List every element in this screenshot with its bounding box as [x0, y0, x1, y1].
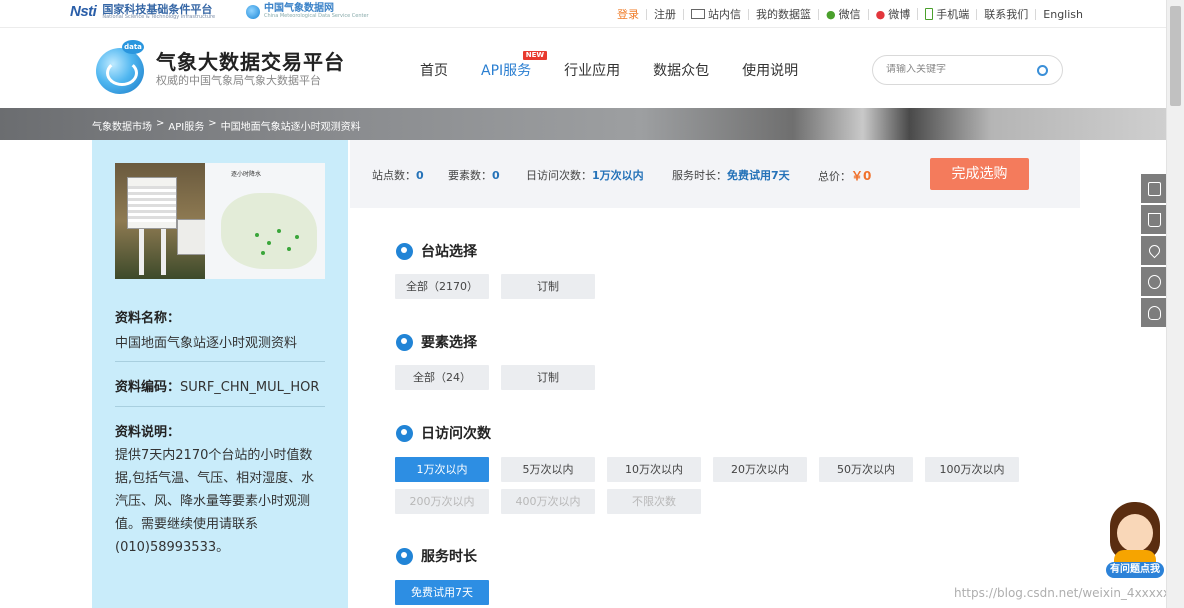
login-link[interactable]: 登录 — [610, 9, 646, 20]
weather-shelter-image — [127, 177, 177, 229]
breadcrumb-api[interactable]: API服务 — [168, 118, 204, 133]
element-all-option[interactable]: 全部（24） — [395, 365, 489, 390]
breadcrumb-separator: > — [208, 118, 217, 129]
banner: 气象数据市场 > API服务 > 中国地面气象站逐小时观测资料 — [0, 108, 1166, 140]
visits-option-4m: 400万次以内 — [501, 489, 595, 514]
user-icon[interactable] — [1141, 267, 1166, 296]
messages-link[interactable]: 站内信 — [683, 8, 748, 20]
cma-name-en: China Meteorological Data Service Center — [264, 13, 369, 19]
data-basket-link[interactable]: 我的数据篮 — [748, 8, 818, 20]
new-badge: NEW — [522, 51, 548, 60]
register-link[interactable]: 注册 — [646, 8, 683, 20]
nav-instructions[interactable]: 使用说明 — [742, 60, 798, 80]
visits-option-unlimited: 不限次数 — [607, 489, 701, 514]
total-price: 总价：￥0 — [818, 169, 872, 183]
breadcrumb: 气象数据市场 > API服务 > 中国地面气象站逐小时观测资料 — [92, 118, 365, 133]
duration-section-title: 服务时长 — [396, 546, 477, 566]
top-bar: Nsti 国家科技基础条件平台 National Science & Techn… — [0, 0, 1166, 28]
visits-option-50k[interactable]: 5万次以内 — [501, 457, 595, 482]
mobile-link[interactable]: 手机端 — [917, 8, 976, 20]
site-logo[interactable]: data — [96, 40, 152, 94]
divider — [115, 406, 325, 407]
station-custom-option[interactable]: 订制 — [501, 274, 595, 299]
contact-link[interactable]: 联系我们 — [976, 8, 1035, 20]
dataset-name: 资料名称： 中国地面气象站逐小时观测资料 — [115, 311, 298, 351]
divider — [115, 361, 325, 362]
visits-option-1m[interactable]: 100万次以内 — [925, 457, 1019, 482]
search-box — [872, 55, 1063, 85]
logo-globe-icon — [96, 48, 144, 94]
selection-panel: 台站选择 全部（2170） 订制 要素选择 全部（24） 订制 日访问次数 1万… — [350, 208, 1080, 608]
weibo-link[interactable]: ● 微博 — [867, 7, 918, 21]
breadcrumb-current: 中国地面气象站逐小时观测资料 — [220, 122, 361, 133]
search-input[interactable] — [886, 64, 1026, 75]
site-header: data 气象大数据交易平台 权威的中国气象局气象大数据平台 首页 API服务 N… — [0, 28, 1166, 108]
site-title: 气象大数据交易平台 — [156, 50, 345, 74]
visits-option-100k[interactable]: 10万次以内 — [607, 457, 701, 482]
nsti-name-en: National Science & Technology Infrastruc… — [102, 13, 216, 20]
dataset-info-panel: 逐小时降水 资料名称： 中国地面气象站逐小时观测资料 资料编码：SURF_CHN… — [92, 140, 348, 608]
cart-icon[interactable] — [1141, 205, 1166, 234]
main-nav: 首页 API服务 NEW 行业应用 数据众包 使用说明 — [420, 51, 831, 80]
nav-api[interactable]: API服务 NEW — [481, 51, 548, 80]
phone-icon — [925, 8, 934, 20]
calendar-icon — [396, 424, 413, 442]
logo-tag: data — [122, 40, 144, 54]
visits-option-500k[interactable]: 50万次以内 — [819, 457, 913, 482]
cma-globe-icon — [246, 4, 260, 19]
dataset-description: 资料说明： 提供7天内2170个台站的小时值数据,包括气温、气压、相对湿度、水汽… — [115, 425, 315, 555]
mail-icon — [691, 9, 706, 19]
nsti-logo[interactable]: Nsti 国家科技基础条件平台 National Science & Techn… — [70, 3, 215, 20]
map-caption: 逐小时降水 — [231, 171, 262, 178]
help-label: 有问题点我 — [1106, 562, 1164, 578]
weibo-icon: ● — [875, 7, 886, 21]
watermark: https://blog.csdn.net/weixin_4xxxxx96 — [954, 586, 1184, 600]
daily-visits: 日访问次数：1万次以内 — [526, 169, 644, 182]
precipitation-map: 逐小时降水 — [205, 163, 325, 279]
nav-home[interactable]: 首页 — [420, 60, 448, 80]
visits-section-title: 日访问次数 — [396, 423, 491, 443]
duration-trial-option[interactable]: 免费试用7天 — [395, 580, 489, 605]
service-duration: 服务时长：免费试用7天 — [672, 169, 790, 182]
search-icon[interactable] — [1037, 65, 1048, 76]
english-link[interactable]: English — [1035, 8, 1090, 20]
nsti-logo-mark: Nsti — [70, 3, 97, 20]
nav-crowdsource[interactable]: 数据众包 — [653, 60, 709, 80]
site-subtitle: 权威的中国气象局气象大数据平台 — [156, 74, 321, 87]
breadcrumb-separator: > — [156, 118, 165, 129]
station-section-title: 台站选择 — [396, 241, 477, 261]
station-all-option[interactable]: 全部（2170） — [395, 274, 489, 299]
dataset-thumbnail: 逐小时降水 — [115, 163, 325, 279]
wechat-icon: ● — [826, 7, 836, 21]
visits-option-10k[interactable]: 1万次以内 — [395, 457, 489, 482]
visits-option-200k[interactable]: 20万次以内 — [713, 457, 807, 482]
top-links: 登录 注册 站内信 我的数据篮 ● 微信 ● 微博 手机端 联系我们 English — [610, 0, 1090, 28]
nsti-name: 国家科技基础条件平台 — [102, 2, 213, 16]
order-summary: 站点数：0 要素数：0 日访问次数：1万次以内 服务时长：免费试用7天 总价：￥… — [350, 140, 1080, 208]
wrench-icon — [396, 333, 413, 351]
cma-data-logo[interactable]: 中国气象数据网 China Meteorological Data Servic… — [246, 4, 369, 19]
dataset-code: 资料编码：SURF_CHN_MUL_HOR — [115, 380, 320, 395]
wechat-link[interactable]: ● 微信 — [818, 7, 868, 21]
element-count: 要素数：0 — [448, 169, 500, 182]
support-icon[interactable] — [1141, 298, 1166, 327]
nav-industry[interactable]: 行业应用 — [564, 60, 620, 80]
floating-toolbar — [1141, 174, 1166, 329]
complete-purchase-button[interactable]: 完成选购 — [930, 158, 1029, 190]
element-section-title: 要素选择 — [396, 332, 477, 352]
favorite-icon[interactable] — [1141, 236, 1166, 265]
scrollbar-thumb[interactable] — [1170, 6, 1181, 106]
breadcrumb-market[interactable]: 气象数据市场 — [92, 118, 152, 133]
clock-icon — [396, 547, 413, 565]
station-count: 站点数：0 — [372, 169, 424, 182]
location-icon — [396, 242, 413, 260]
element-custom-option[interactable]: 订制 — [501, 365, 595, 390]
visits-option-2m: 200万次以内 — [395, 489, 489, 514]
document-icon[interactable] — [1141, 174, 1166, 203]
page-scrollbar[interactable] — [1166, 0, 1184, 608]
